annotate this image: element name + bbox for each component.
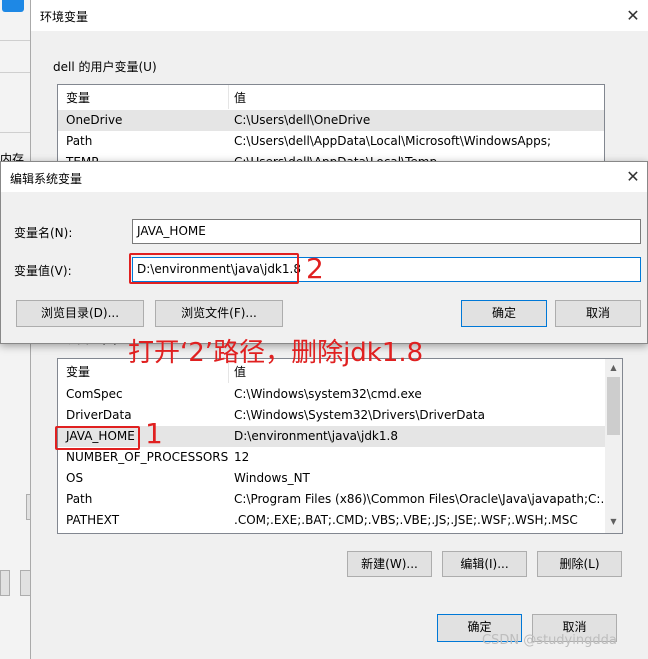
column-divider[interactable] xyxy=(228,85,229,109)
background-divider xyxy=(0,132,32,133)
list-header: 变量 值 xyxy=(58,85,604,109)
variable-name: Path xyxy=(66,134,93,148)
variable-value: C:\Users\dell\OneDrive xyxy=(234,113,371,127)
variable-name: OneDrive xyxy=(66,113,123,127)
new-button[interactable]: 新建(W)... xyxy=(347,551,432,577)
variable-name: ComSpec xyxy=(66,387,123,401)
title-bar: 编辑系统变量 ✕ xyxy=(1,162,647,192)
title-bar: 环境变量 ✕ xyxy=(31,0,648,31)
table-row[interactable]: ComSpec C:\Windows\system32\cmd.exe xyxy=(58,384,622,405)
table-row[interactable]: OS Windows_NT xyxy=(58,468,622,489)
variable-value: Windows_NT xyxy=(234,471,310,485)
variable-value-label: 变量值(V): xyxy=(14,264,72,278)
background-app-icon xyxy=(2,0,24,12)
variable-value: C:\Users\dell\AppData\Local\Microsoft\Wi… xyxy=(234,134,552,148)
variable-value: .COM;.EXE;.BAT;.CMD;.VBS;.VBE;.JS;.JSE;.… xyxy=(234,513,578,527)
scrollbar-thumb[interactable] xyxy=(607,377,620,435)
variable-value: C:\Windows\system32\cmd.exe xyxy=(234,387,422,401)
edit-system-variable-dialog: 编辑系统变量 ✕ 变量名(N): JAVA_HOME 变量值(V): D:\en… xyxy=(0,161,648,344)
user-variables-list[interactable]: 变量 值 OneDrive C:\Users\dell\OneDrive Pat… xyxy=(57,84,605,164)
variable-name: DriverData xyxy=(66,408,132,422)
user-variables-group-label: dell 的用户变量(U) xyxy=(53,60,157,74)
variable-name: NUMBER_OF_PROCESSORS xyxy=(66,450,229,464)
watermark: CSDN @studyingdda xyxy=(482,633,617,648)
table-row[interactable]: OneDrive C:\Users\dell\OneDrive xyxy=(58,110,604,131)
annotation-highlight-value xyxy=(129,253,299,284)
table-row[interactable]: DriverData C:\Windows\System32\Drivers\D… xyxy=(58,405,622,426)
variable-name: OS xyxy=(66,471,84,485)
edit-button[interactable]: 编辑(I)... xyxy=(442,551,527,577)
variable-name: PATHEXT xyxy=(66,513,120,527)
scroll-up-icon[interactable]: ▲ xyxy=(605,363,622,372)
system-variables-list[interactable]: 变量 值 ComSpec C:\Windows\system32\cmd.exe… xyxy=(57,358,623,534)
table-row[interactable]: Path C:\Users\dell\AppData\Local\Microso… xyxy=(58,131,604,152)
cancel-button[interactable]: 取消 xyxy=(555,300,641,327)
variable-value: D:\environment\java\jdk1.8 xyxy=(234,429,398,443)
close-icon[interactable]: ✕ xyxy=(623,6,643,26)
table-row-selected[interactable]: JAVA_HOME D:\environment\java\jdk1.8 xyxy=(58,426,622,447)
annotation-highlight-java-home xyxy=(55,426,140,450)
scroll-down-icon[interactable]: ▼ xyxy=(605,517,622,526)
annotation-instruction: 打开‘2’路径，删除jdk1.8 xyxy=(128,338,424,368)
variable-value: 12 xyxy=(234,450,250,464)
column-header-value[interactable]: 值 xyxy=(234,89,246,106)
ok-button[interactable]: 确定 xyxy=(461,300,547,327)
variable-value: C:\Windows\System32\Drivers\DriverData xyxy=(234,408,485,422)
variable-name-field[interactable]: JAVA_HOME xyxy=(132,219,641,244)
dialog-title: 编辑系统变量 xyxy=(10,172,83,186)
vertical-scrollbar[interactable]: ▲ ▼ xyxy=(605,359,622,533)
column-header-variable[interactable]: 变量 xyxy=(66,89,90,106)
table-row[interactable]: Path C:\Program Files (x86)\Common Files… xyxy=(58,489,622,510)
annotation-label-2: 2 xyxy=(306,252,324,285)
variable-name-label: 变量名(N): xyxy=(14,226,73,240)
delete-button[interactable]: 删除(L) xyxy=(537,551,622,577)
column-header-variable[interactable]: 变量 xyxy=(66,363,90,380)
background-divider xyxy=(0,40,32,41)
browse-directory-button[interactable]: 浏览目录(D)... xyxy=(16,300,144,327)
table-row[interactable]: NUMBER_OF_PROCESSORS 12 xyxy=(58,447,622,468)
annotation-label-1: 1 xyxy=(145,417,163,450)
close-icon[interactable]: ✕ xyxy=(623,167,643,187)
dialog-title: 环境变量 xyxy=(40,10,89,24)
variable-name: Path xyxy=(66,492,93,506)
background-button[interactable] xyxy=(0,570,10,596)
browse-file-button[interactable]: 浏览文件(F)... xyxy=(155,300,283,327)
background-divider xyxy=(0,72,32,73)
variable-value: C:\Program Files (x86)\Common Files\Orac… xyxy=(234,492,612,506)
table-row[interactable]: PATHEXT .COM;.EXE;.BAT;.CMD;.VBS;.VBE;.J… xyxy=(58,510,622,531)
